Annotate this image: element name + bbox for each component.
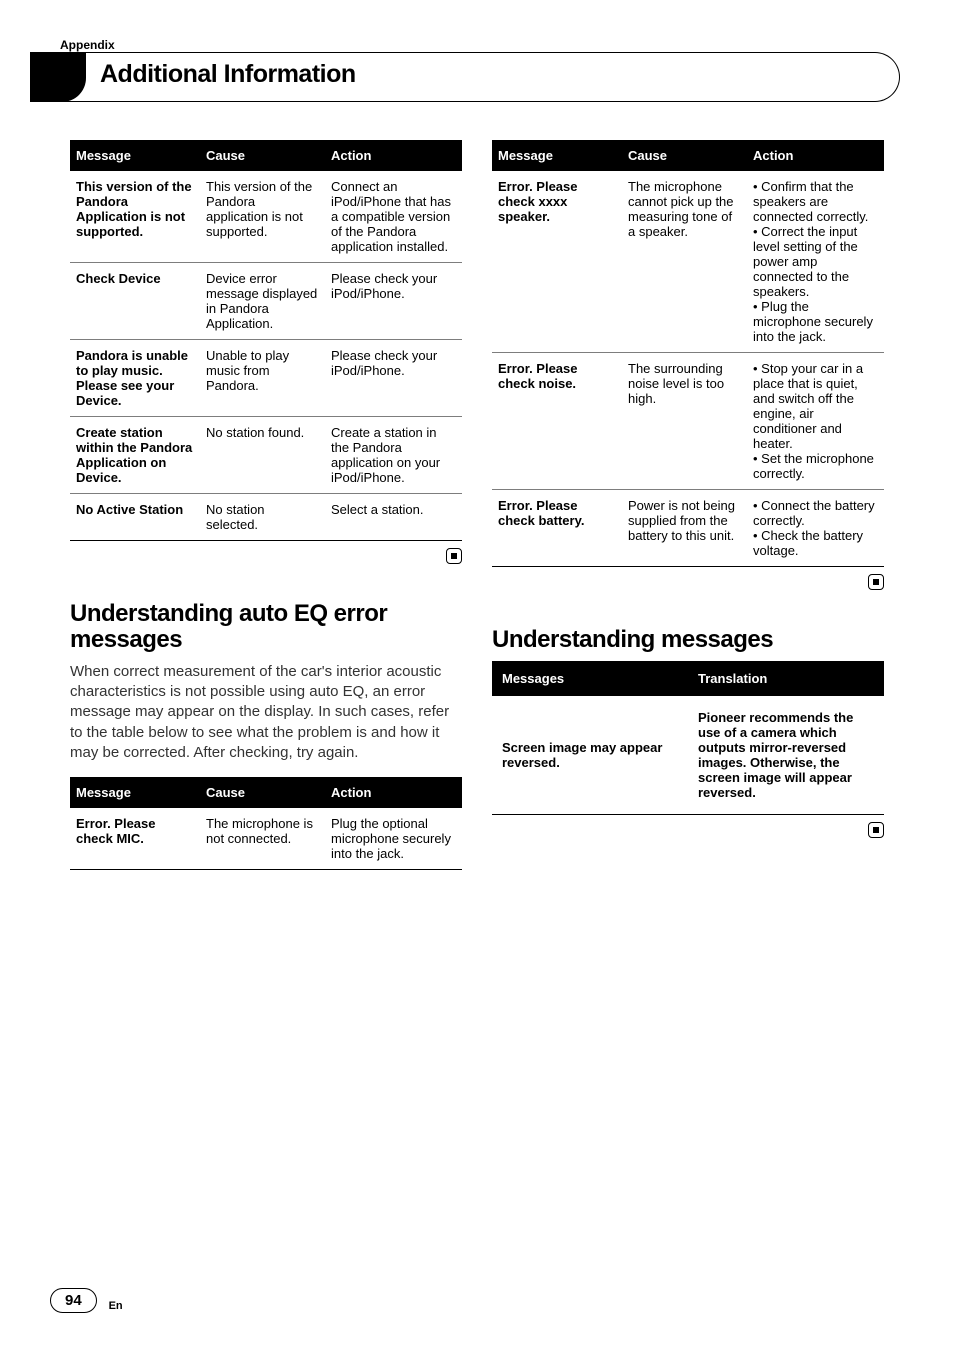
- action-cell: Confirm that the speakers are connected …: [747, 171, 884, 353]
- msg-cell: Error. Please check MIC.: [70, 808, 200, 870]
- cause-cell: The microphone is not connected.: [200, 808, 325, 870]
- autoeq-heading: Understanding auto EQ error messages: [70, 601, 462, 654]
- page-number-value: 94: [50, 1288, 97, 1313]
- action-cell: Create a station in the Pandora applicat…: [325, 417, 462, 494]
- msg-cell: Error. Please check xxxx speaker.: [492, 171, 622, 353]
- table-row: Error. Please check xxxx speaker. The mi…: [492, 171, 884, 353]
- appendix-label: Appendix: [60, 38, 115, 52]
- table-row: Pandora is unable to play music. Please …: [70, 340, 462, 417]
- error-table-right: Message Cause Action Error. Please check…: [492, 140, 884, 567]
- content-area: Message Cause Action This version of the…: [70, 140, 884, 870]
- cause-cell: Device error message displayed in Pandor…: [200, 263, 325, 340]
- th-cause: Cause: [622, 140, 747, 171]
- table-row: Error. Please check battery. Power is no…: [492, 490, 884, 567]
- page-title: Additional Information: [100, 60, 356, 89]
- cause-cell: Unable to play music from Pandora.: [200, 340, 325, 417]
- list-item: Check the battery voltage.: [753, 528, 878, 558]
- table-row: Error. Please check noise. The surroundi…: [492, 353, 884, 490]
- cause-cell: No station selected.: [200, 494, 325, 541]
- msg-cell: Error. Please check battery.: [492, 490, 622, 567]
- table-row: Check Device Device error message displa…: [70, 263, 462, 340]
- action-cell: Connect the battery correctly. Check the…: [747, 490, 884, 567]
- th-message: Message: [492, 140, 622, 171]
- table-row: Error. Please check MIC. The microphone …: [70, 808, 462, 870]
- th-cause: Cause: [200, 140, 325, 171]
- list-item: Confirm that the speakers are connected …: [753, 179, 878, 224]
- autoeq-error-table: Message Cause Action Error. Please check…: [70, 777, 462, 870]
- table-row: This version of the Pandora Application …: [70, 171, 462, 263]
- msg-cell: Check Device: [70, 263, 200, 340]
- error-table-left: Message Cause Action This version of the…: [70, 140, 462, 541]
- th-action: Action: [747, 140, 884, 171]
- action-cell: Select a station.: [325, 494, 462, 541]
- th-translation: Translation: [688, 661, 884, 696]
- list-item: Set the microphone correctly.: [753, 451, 878, 481]
- action-cell: Please check your iPod/iPhone.: [325, 340, 462, 417]
- cause-cell: Power is not being supplied from the bat…: [622, 490, 747, 567]
- list-item: Correct the input level setting of the p…: [753, 224, 878, 299]
- understanding-heading: Understanding messages: [492, 627, 884, 653]
- end-of-section-icon: [492, 821, 884, 839]
- action-cell: Stop your car in a place that is quiet, …: [747, 353, 884, 490]
- msg-cell: Pandora is unable to play music. Please …: [70, 340, 200, 417]
- end-of-section-icon: [492, 573, 884, 591]
- autoeq-body: When correct measurement of the car's in…: [70, 662, 462, 763]
- table-row: Create station within the Pandora Applic…: [70, 417, 462, 494]
- th-message: Message: [70, 777, 200, 808]
- page-number: 94 En: [50, 1292, 123, 1312]
- msg-cell: Create station within the Pandora Applic…: [70, 417, 200, 494]
- table-row: No Active Station No station selected. S…: [70, 494, 462, 541]
- msg-cell: No Active Station: [70, 494, 200, 541]
- list-item: Connect the battery correctly.: [753, 498, 878, 528]
- cause-cell: The microphone cannot pick up the measur…: [622, 171, 747, 353]
- left-column: Message Cause Action This version of the…: [70, 140, 462, 870]
- list-item: Stop your car in a place that is quiet, …: [753, 361, 878, 451]
- end-of-section-icon: [70, 547, 462, 565]
- msg-cell: Screen image may appear reversed.: [492, 696, 688, 815]
- cause-cell: No station found.: [200, 417, 325, 494]
- cause-cell: The surrounding noise level is too high.: [622, 353, 747, 490]
- messages-table: Messages Translation Screen image may ap…: [492, 661, 884, 815]
- list-item: Plug the microphone securely into the ja…: [753, 299, 878, 344]
- msg-cell: Error. Please check noise.: [492, 353, 622, 490]
- header-tab-shape: [30, 52, 86, 102]
- table-row: Screen image may appear reversed. Pionee…: [492, 696, 884, 815]
- th-message: Message: [70, 140, 200, 171]
- cause-cell: This version of the Pandora application …: [200, 171, 325, 263]
- action-cell: Connect an iPod/iPhone that has a compat…: [325, 171, 462, 263]
- th-messages: Messages: [492, 661, 688, 696]
- translation-cell: Pioneer recommends the use of a camera w…: [688, 696, 884, 815]
- th-action: Action: [325, 777, 462, 808]
- action-cell: Please check your iPod/iPhone.: [325, 263, 462, 340]
- th-action: Action: [325, 140, 462, 171]
- right-column: Message Cause Action Error. Please check…: [492, 140, 884, 870]
- page-lang: En: [109, 1300, 123, 1312]
- action-cell: Plug the optional microphone securely in…: [325, 808, 462, 870]
- th-cause: Cause: [200, 777, 325, 808]
- msg-cell: This version of the Pandora Application …: [70, 171, 200, 263]
